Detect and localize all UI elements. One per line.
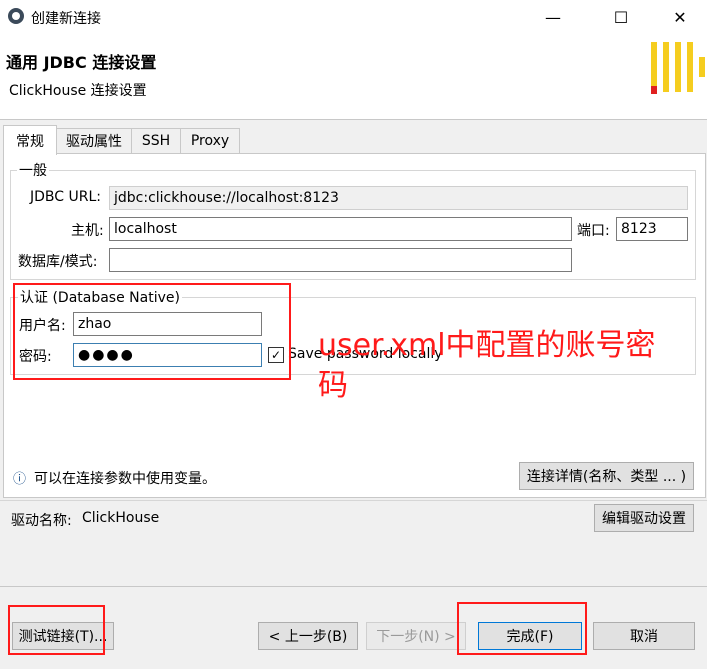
connection-details-button[interactable]: 连接详情(名称、类型 ... ) xyxy=(519,462,694,490)
close-button[interactable]: ✕ xyxy=(657,0,703,34)
annotation-line-2: 码 xyxy=(318,368,348,403)
port-field[interactable]: 8123 xyxy=(616,217,688,241)
logo-bar xyxy=(663,42,669,92)
page-title: 通用 JDBC 连接设置 xyxy=(6,53,157,72)
tab-driver-properties[interactable]: 驱动属性 xyxy=(56,128,132,153)
page-subtitle: ClickHouse 连接设置 xyxy=(9,83,147,99)
jdbc-url-label: JDBC URL: xyxy=(30,189,101,205)
test-button-highlight xyxy=(8,605,105,655)
credentials-highlight xyxy=(13,283,291,380)
driver-name-label: 驱动名称: xyxy=(11,513,72,529)
annotation-line-1: user.xml中配置的账号密 xyxy=(318,328,656,363)
app-icon xyxy=(8,8,24,24)
cancel-button[interactable]: 取消 xyxy=(593,622,695,650)
minimize-button[interactable]: — xyxy=(530,0,576,34)
logo-bar xyxy=(675,42,681,92)
logo-bar xyxy=(651,42,657,92)
tab-proxy[interactable]: Proxy xyxy=(180,128,240,153)
host-field[interactable]: localhost xyxy=(109,217,572,241)
jdbc-url-field[interactable]: jdbc:clickhouse://localhost:8123 xyxy=(109,186,688,210)
database-field[interactable] xyxy=(109,248,572,272)
tab-general[interactable]: 常规 xyxy=(3,125,57,155)
footer-divider xyxy=(0,586,707,587)
port-label: 端口: xyxy=(577,223,610,239)
tab-ssh[interactable]: SSH xyxy=(131,128,181,153)
logo-accent xyxy=(651,86,657,94)
window-title: 创建新连接 xyxy=(31,11,101,27)
host-label: 主机: xyxy=(71,223,104,239)
general-group-label: 一般 xyxy=(17,160,49,180)
database-label: 数据库/模式: xyxy=(18,254,98,270)
maximize-button[interactable]: ☐ xyxy=(598,0,644,34)
logo-bar xyxy=(687,42,693,92)
back-button[interactable]: < 上一步(B) xyxy=(258,622,358,650)
logo-bar xyxy=(699,57,705,77)
driver-name-value: ClickHouse xyxy=(82,510,160,526)
next-button[interactable]: 下一步(N) > xyxy=(366,622,466,650)
info-text: 可以在连接参数中使用变量。 xyxy=(34,471,216,487)
info-icon: ⓘ xyxy=(13,472,27,487)
wizard-header xyxy=(0,34,707,120)
edit-driver-button[interactable]: 编辑驱动设置 xyxy=(594,504,694,532)
divider xyxy=(0,500,707,501)
finish-button-highlight xyxy=(457,602,587,655)
